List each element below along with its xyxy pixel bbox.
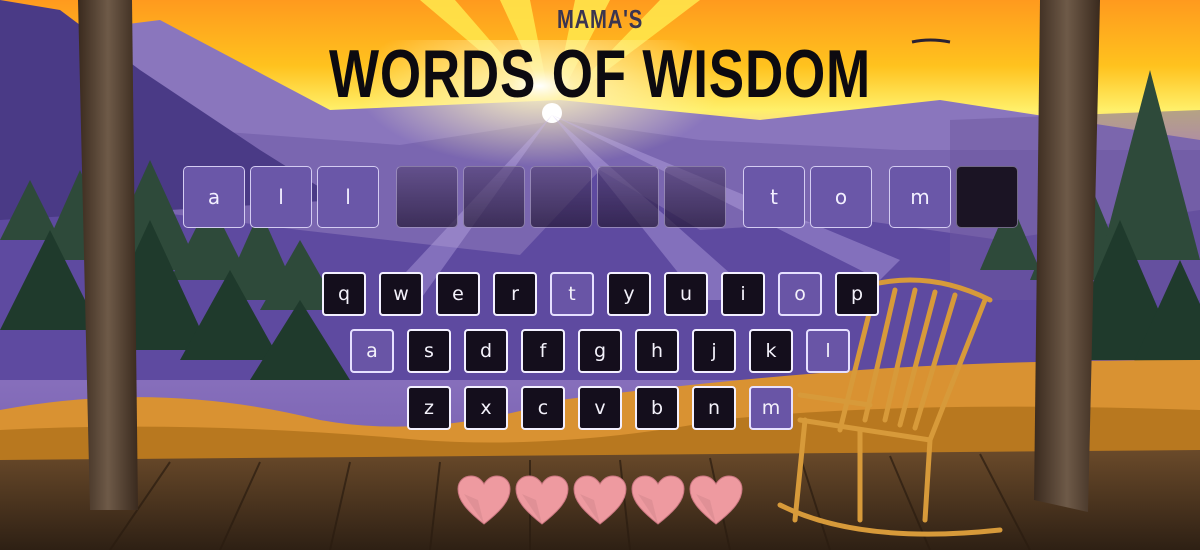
puzzle-tile: l xyxy=(317,166,379,228)
key-c[interactable]: c xyxy=(521,386,565,430)
key-n[interactable]: n xyxy=(692,386,736,430)
key-e[interactable]: e xyxy=(436,272,480,316)
puzzle-tile: t xyxy=(743,166,805,228)
game-subtitle: MAMA'S xyxy=(556,4,644,34)
heart-icon xyxy=(456,474,512,526)
key-q[interactable]: q xyxy=(322,272,366,316)
key-d[interactable]: d xyxy=(464,329,508,373)
key-a[interactable]: a xyxy=(350,329,394,373)
key-f[interactable]: f xyxy=(521,329,565,373)
puzzle-tile: o xyxy=(810,166,872,228)
puzzle-tile: a xyxy=(183,166,245,228)
heart-icon xyxy=(688,474,744,526)
puzzle-tile xyxy=(664,166,726,228)
key-t[interactable]: t xyxy=(550,272,594,316)
puzzle-tile xyxy=(530,166,592,228)
key-p[interactable]: p xyxy=(835,272,879,316)
puzzle-tile xyxy=(597,166,659,228)
key-s[interactable]: s xyxy=(407,329,451,373)
key-u[interactable]: u xyxy=(664,272,708,316)
key-l[interactable]: l xyxy=(806,329,850,373)
key-o[interactable]: o xyxy=(778,272,822,316)
key-m[interactable]: m xyxy=(749,386,793,430)
key-h[interactable]: h xyxy=(635,329,679,373)
puzzle-tile xyxy=(396,166,458,228)
key-g[interactable]: g xyxy=(578,329,622,373)
heart-icon xyxy=(630,474,686,526)
key-i[interactable]: i xyxy=(721,272,765,316)
key-x[interactable]: x xyxy=(464,386,508,430)
key-w[interactable]: w xyxy=(379,272,423,316)
key-v[interactable]: v xyxy=(578,386,622,430)
game-title: WORDS OF WISDOM xyxy=(328,36,872,112)
key-b[interactable]: b xyxy=(635,386,679,430)
heart-icon xyxy=(514,474,570,526)
puzzle-tile xyxy=(956,166,1018,228)
puzzle-tile xyxy=(463,166,525,228)
key-y[interactable]: y xyxy=(607,272,651,316)
puzzle-tile: l xyxy=(250,166,312,228)
key-j[interactable]: j xyxy=(692,329,736,373)
key-k[interactable]: k xyxy=(749,329,793,373)
key-z[interactable]: z xyxy=(407,386,451,430)
heart-icon xyxy=(572,474,628,526)
puzzle-tile: m xyxy=(889,166,951,228)
key-r[interactable]: r xyxy=(493,272,537,316)
